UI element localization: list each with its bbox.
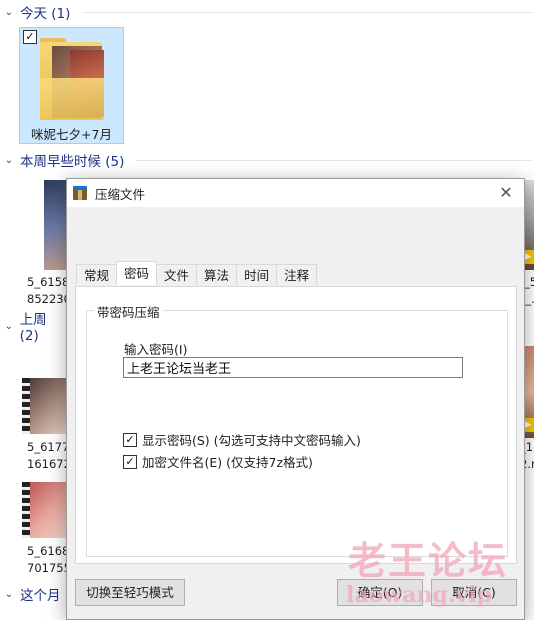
- file-name: _5: [524, 275, 534, 289]
- watermark-text: 老王论坛: [348, 538, 509, 583]
- chevron-down-icon[interactable]: ⌄: [4, 321, 14, 332]
- group-label: 这个月: [20, 588, 61, 604]
- folder-item-selected[interactable]: ✓ 咪妮七夕+7月: [19, 27, 124, 144]
- watermark-url: laowang.vip: [346, 582, 493, 608]
- file-name: 5_6177: [27, 440, 70, 454]
- divider: [136, 159, 532, 161]
- video-thumbnail[interactable]: [44, 180, 68, 270]
- group-header-this-week[interactable]: ⌄ 本周早些时候 (5): [4, 149, 532, 171]
- dialog-title: 压缩文件: [95, 186, 146, 202]
- file-name: 161672: [27, 457, 71, 471]
- tab-algorithm[interactable]: 算法: [196, 264, 238, 285]
- close-icon[interactable]: ✕: [496, 183, 516, 203]
- tab-password[interactable]: 密码: [116, 261, 158, 285]
- show-password-option[interactable]: ✓ 显示密码(S) (勾选可支持中文密码输入): [123, 430, 361, 449]
- folder-label: 咪妮七夕+7月: [31, 127, 112, 142]
- chevron-down-icon[interactable]: ⌄: [4, 155, 14, 166]
- dialog-titlebar[interactable]: 压缩文件 ✕: [67, 179, 524, 207]
- group-header-this-month[interactable]: ⌄ 这个月: [4, 583, 68, 605]
- file-name: 852230: [27, 292, 71, 306]
- divider: [82, 11, 532, 13]
- encrypt-filenames-checkbox[interactable]: ✓: [123, 454, 137, 469]
- chevron-down-icon[interactable]: ⌄: [4, 7, 14, 18]
- checkbox-icon[interactable]: ✓: [23, 30, 37, 44]
- tab-bar: 常规 密码 文件 算法 时间 注释: [76, 261, 318, 286]
- video-thumbnail[interactable]: [22, 482, 68, 538]
- chevron-down-icon[interactable]: ⌄: [4, 589, 14, 600]
- file-name: 5_6158: [27, 275, 70, 289]
- encrypt-filenames-option[interactable]: ✓ 加密文件名(E) (仅支持7z格式): [123, 452, 313, 471]
- tab-general[interactable]: 常规: [76, 264, 118, 285]
- archive-app-icon: [73, 186, 87, 200]
- group-title: 带密码压缩: [94, 302, 163, 321]
- tab-panel-password: 带密码压缩 输入密码(I) ✓ 显示密码(S) (勾选可支持中文密码输入) ✓ …: [75, 286, 517, 564]
- password-label: 输入密码(I): [124, 342, 188, 357]
- group-label: 上周 (2): [19, 312, 47, 344]
- film-strip-icon: [22, 482, 30, 538]
- video-thumbnail[interactable]: [22, 378, 68, 434]
- group-header-last-week[interactable]: ⌄ 上周 (2): [4, 312, 68, 344]
- switch-lite-mode-button[interactable]: 切换至轻巧模式: [75, 579, 185, 606]
- tab-comment[interactable]: 注释: [276, 264, 318, 285]
- file-name: 5_6168: [27, 544, 70, 558]
- group-header-today[interactable]: ⌄ 今天 (1): [4, 1, 532, 23]
- password-input[interactable]: [123, 357, 463, 378]
- group-label: 本周早些时候 (5): [20, 154, 125, 170]
- tab-time[interactable]: 时间: [236, 264, 278, 285]
- film-strip-icon: [22, 378, 30, 434]
- encrypt-filenames-label: 加密文件名(E) (仅支持7z格式): [142, 455, 313, 470]
- show-password-checkbox[interactable]: ✓: [123, 432, 137, 447]
- tab-files[interactable]: 文件: [156, 264, 198, 285]
- show-password-label: 显示密码(S) (勾选可支持中文密码输入): [142, 433, 361, 448]
- file-name: 701755: [27, 561, 71, 575]
- group-label: 今天 (1): [20, 6, 71, 22]
